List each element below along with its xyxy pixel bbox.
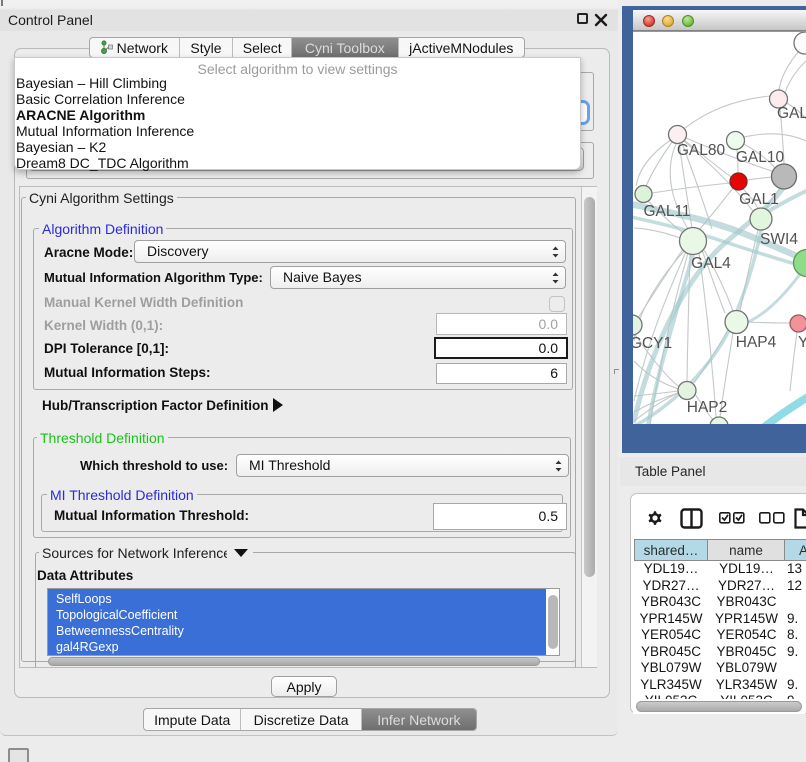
svg-text:GCY1: GCY1 xyxy=(633,335,672,352)
svg-text:GAL10: GAL10 xyxy=(736,149,785,166)
svg-text:GAL80: GAL80 xyxy=(677,142,726,159)
svg-text:GAL: GAL xyxy=(777,105,806,122)
svg-text:GAL11: GAL11 xyxy=(643,203,690,220)
svg-text:SWI4: SWI4 xyxy=(760,231,798,248)
svg-text:GAL4: GAL4 xyxy=(691,255,731,272)
svg-text:HAP4: HAP4 xyxy=(736,334,777,351)
svg-text:Y: Y xyxy=(798,334,806,351)
svg-text:GAL1: GAL1 xyxy=(739,191,779,208)
svg-text:HAP2: HAP2 xyxy=(687,399,728,416)
